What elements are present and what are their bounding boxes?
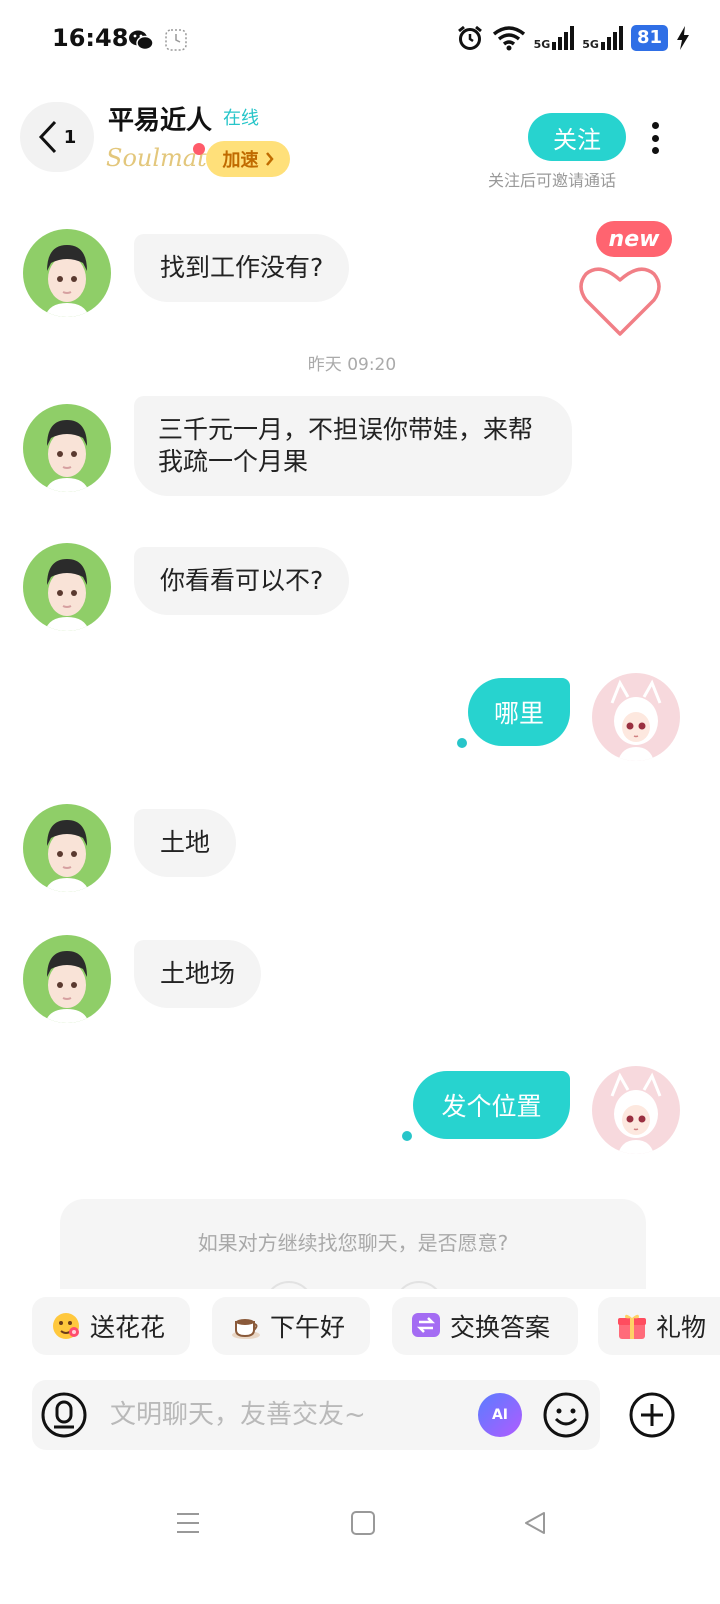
message-input[interactable] — [110, 1395, 480, 1435]
chevron-left-icon — [38, 120, 56, 154]
message-input-bar: AI — [32, 1380, 600, 1450]
message-bubble-self[interactable]: 哪里 — [468, 678, 570, 746]
more-dot-icon — [651, 134, 659, 142]
heart-icon[interactable] — [578, 262, 662, 340]
prompt-option-no[interactable] — [394, 1281, 444, 1289]
status-bar: 16:48 5G 5G 81 — [0, 0, 720, 84]
quick-reply-row: 送花花 下午好 交换答案 礼物 — [32, 1297, 720, 1355]
home-icon[interactable] — [350, 1510, 376, 1536]
new-badge: new — [596, 221, 672, 257]
willingness-prompt-card: 如果对方继续找您聊天，是否愿意? — [60, 1199, 646, 1289]
speed-up-button[interactable]: 加速 — [206, 141, 290, 177]
peer-avatar[interactable] — [23, 804, 111, 892]
self-avatar-image — [610, 1072, 662, 1154]
message-bubble-peer[interactable]: 土地 — [134, 809, 237, 877]
prompt-text: 如果对方继续找您聊天，是否愿意? — [197, 1231, 509, 1255]
clock-app-icon — [165, 29, 187, 51]
speed-up-label: 加速 — [222, 150, 259, 171]
self-avatar[interactable] — [592, 673, 680, 761]
prompt-option-yes[interactable] — [264, 1281, 314, 1289]
wechat-icon — [129, 30, 154, 51]
unread-indicator-dot — [402, 1131, 412, 1141]
more-options-button[interactable] — [640, 118, 670, 158]
peer-avatar[interactable] — [23, 935, 111, 1023]
emoji-icon[interactable] — [542, 1391, 590, 1439]
self-avatar-image — [610, 679, 662, 761]
ai-label: AI — [491, 1407, 509, 1423]
peer-avatar-image — [45, 951, 89, 1023]
peer-avatar[interactable] — [23, 543, 111, 631]
peer-avatar-image — [45, 420, 89, 492]
charging-icon — [677, 26, 689, 50]
flower-emoji-icon — [50, 1310, 82, 1342]
more-dot-icon — [651, 122, 659, 129]
plus-icon[interactable] — [628, 1391, 676, 1439]
quick-reply-flowers[interactable]: 送花花 — [32, 1297, 190, 1355]
quick-reply-gift[interactable]: 礼物 — [598, 1297, 720, 1355]
self-avatar[interactable] — [592, 1066, 680, 1154]
exchange-icon — [410, 1310, 442, 1342]
quick-reply-label: 礼物 — [656, 1313, 707, 1342]
signal-1-icon: 5G — [534, 26, 575, 50]
message-bubble-peer[interactable]: 找到工作没有? — [134, 234, 350, 302]
system-navigation-bar — [0, 1500, 720, 1550]
wifi-icon — [492, 26, 525, 51]
peer-avatar-image — [45, 245, 89, 317]
message-bubble-peer[interactable]: 三千元一月，不担误你带娃，来帮我疏一个月果 — [134, 396, 572, 496]
unread-indicator-dot — [457, 738, 467, 748]
quick-reply-exchange[interactable]: 交换答案 — [392, 1297, 578, 1355]
voice-input-icon[interactable] — [40, 1391, 88, 1439]
peer-avatar-image — [45, 559, 89, 631]
coffee-icon — [230, 1310, 262, 1342]
notification-dot — [193, 143, 205, 155]
peer-avatar[interactable] — [23, 404, 111, 492]
follow-hint: 关注后可邀请通话 — [488, 171, 617, 190]
menu-icon[interactable] — [175, 1510, 201, 1536]
network-type-1: 5G — [533, 38, 551, 51]
status-notification-icons — [128, 28, 188, 52]
back-button[interactable]: 1 — [20, 102, 94, 172]
battery-level: 81 — [630, 25, 668, 51]
follow-button[interactable]: 关注 — [528, 113, 626, 161]
chevron-right-icon — [265, 152, 274, 166]
gift-icon — [616, 1310, 648, 1342]
unread-count: 1 — [63, 126, 77, 148]
chat-timestamp: 昨天 09:20 — [307, 355, 397, 375]
alarm-icon — [457, 25, 482, 50]
online-status: 在线 — [223, 108, 259, 129]
message-bubble-peer[interactable]: 土地场 — [134, 940, 262, 1008]
status-time: 16:48 — [52, 24, 129, 52]
quick-reply-label: 交换答案 — [450, 1313, 551, 1342]
quick-reply-label: 下午好 — [270, 1313, 346, 1342]
quick-reply-label: 送花花 — [90, 1313, 166, 1342]
peer-avatar-image — [45, 820, 89, 892]
quick-reply-afternoon[interactable]: 下午好 — [212, 1297, 370, 1355]
network-type-2: 5G — [582, 38, 599, 51]
ai-assistant-button[interactable]: AI — [478, 1393, 522, 1437]
message-bubble-peer[interactable]: 你看看可以不? — [134, 547, 350, 615]
signal-2-icon: 5G — [582, 26, 623, 50]
status-system-icons: 5G 5G 81 — [456, 24, 690, 52]
message-bubble-self[interactable]: 发个位置 — [413, 1071, 570, 1139]
peer-avatar[interactable] — [23, 229, 111, 317]
peer-name[interactable]: 平易近人 — [108, 100, 212, 137]
back-nav-icon[interactable] — [522, 1510, 548, 1536]
more-dot-icon — [651, 147, 659, 154]
